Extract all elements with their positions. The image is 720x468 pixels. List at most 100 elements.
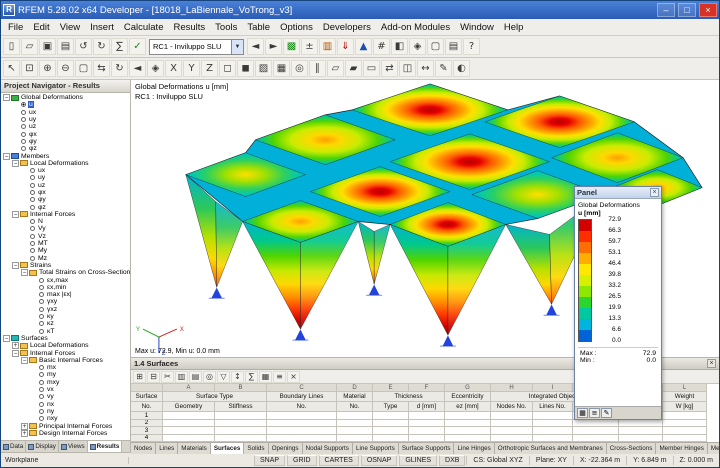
table-tab-solids[interactable]: Solids: [244, 443, 269, 454]
table-tab-nodal-supports[interactable]: Nodal Supports: [302, 443, 353, 454]
show-results-button[interactable]: ▩: [283, 38, 300, 55]
navigator-tab-views[interactable]: Views: [59, 441, 88, 452]
solid-display-button[interactable]: ◼: [237, 60, 254, 77]
expander-icon[interactable]: −: [21, 269, 28, 277]
find-button[interactable]: ◎: [203, 370, 216, 383]
view-in-z-button[interactable]: Z: [201, 60, 218, 77]
expander-icon[interactable]: −: [12, 261, 19, 269]
tree-item-x-max[interactable]: εx,max: [1, 276, 130, 284]
prev-load-case-button[interactable]: ◄: [247, 38, 264, 55]
menu-options[interactable]: Options: [275, 21, 318, 34]
table-cell[interactable]: [409, 434, 445, 442]
tree-item-vy[interactable]: Vy: [1, 225, 130, 232]
zoom-in-button[interactable]: ⊕: [39, 60, 56, 77]
paste-button[interactable]: ▤: [189, 370, 202, 383]
pan-button[interactable]: ⇆: [93, 60, 110, 77]
table-cell[interactable]: [373, 434, 409, 442]
undo-button[interactable]: ↺: [75, 38, 92, 55]
table-cell[interactable]: [663, 412, 707, 420]
expander-icon[interactable]: +: [12, 342, 19, 350]
expander-icon[interactable]: +: [21, 429, 28, 437]
delete-row-button[interactable]: ⊟: [147, 370, 160, 383]
expander-icon[interactable]: −: [12, 349, 19, 357]
export-excel-button[interactable]: ▦: [259, 370, 272, 383]
table-cell[interactable]: [491, 419, 533, 427]
tree-item-ux[interactable]: ux: [1, 109, 130, 116]
table-cell[interactable]: [409, 412, 445, 420]
table-cell[interactable]: [215, 412, 267, 420]
table-settings-button[interactable]: ≡: [273, 370, 286, 383]
table-tab-line-supports[interactable]: Line Supports: [352, 443, 399, 454]
table-cell[interactable]: [619, 427, 663, 435]
table-cell[interactable]: [663, 419, 707, 427]
tree-item-mz[interactable]: Mz: [1, 255, 130, 262]
table-close-button[interactable]: ×: [707, 359, 716, 368]
table-cell[interactable]: [445, 412, 491, 420]
table-cell[interactable]: [215, 427, 267, 435]
table-cell[interactable]: [267, 434, 337, 442]
cut-button[interactable]: ✂: [161, 370, 174, 383]
table-cell[interactable]: [337, 412, 373, 420]
table-cell[interactable]: [619, 419, 663, 427]
tree-item-local-deformations[interactable]: − Local Deformations: [1, 159, 130, 167]
table-cell[interactable]: [267, 427, 337, 435]
color-scale-settings-button[interactable]: ▦: [577, 408, 588, 418]
tree-item-local-deformations[interactable]: + Local Deformations: [1, 342, 130, 350]
work-plane-yz-button[interactable]: ▰: [345, 60, 362, 77]
rotate-view-button[interactable]: ↻: [111, 60, 128, 77]
table-tab-materials[interactable]: Materials: [178, 443, 211, 454]
tree-item-y[interactable]: φy: [1, 196, 130, 203]
tree-item-design-internal-forces[interactable]: + Design Internal Forces: [1, 429, 130, 437]
menu-add-on-modules[interactable]: Add-on Modules: [376, 21, 455, 34]
tree-item-vy[interactable]: vy: [1, 393, 130, 400]
table-cell[interactable]: [163, 434, 215, 442]
menu-window[interactable]: Window: [455, 21, 499, 34]
table-cell[interactable]: [215, 434, 267, 442]
view-in-x-button[interactable]: X: [165, 60, 182, 77]
table-tab-surface-supports[interactable]: Surface Supports: [398, 443, 455, 454]
table-tab-surfaces[interactable]: Surfaces: [210, 443, 245, 454]
table-cell[interactable]: [663, 427, 707, 435]
panel-options-button[interactable]: ≡: [589, 408, 600, 418]
menu-table[interactable]: Table: [242, 21, 275, 34]
sum-button[interactable]: ∑: [245, 370, 258, 383]
navigator-tab-results[interactable]: Results: [87, 441, 123, 452]
table-tab-openings[interactable]: Openings: [268, 443, 303, 454]
table-cell[interactable]: [409, 419, 445, 427]
tree-item-z[interactable]: φz: [1, 203, 130, 211]
menu-help[interactable]: Help: [499, 21, 529, 34]
table-cell[interactable]: [533, 419, 573, 427]
guidelines-button[interactable]: ∥: [309, 60, 326, 77]
table-cell[interactable]: [267, 419, 337, 427]
toggle-glines[interactable]: GLINES: [399, 454, 438, 466]
expander-icon[interactable]: +: [21, 422, 28, 430]
tree-item-t[interactable]: κT: [1, 328, 130, 335]
move-copy-button[interactable]: ⇄: [381, 60, 398, 77]
load-case-combo[interactable]: RC1 - Inviluppo SLU ▼: [149, 38, 244, 55]
tree-item-z[interactable]: φz: [1, 145, 130, 152]
show-loads-button[interactable]: ⇓: [337, 38, 354, 55]
table-cell[interactable]: [337, 434, 373, 442]
table-cell[interactable]: [491, 434, 533, 442]
numbering-button[interactable]: #: [373, 38, 390, 55]
tree-item-vx[interactable]: vx: [1, 386, 130, 393]
tree-item-n[interactable]: N: [1, 218, 130, 225]
tree-item-mt[interactable]: MT: [1, 240, 130, 247]
isometric-view-button[interactable]: ◈: [409, 38, 426, 55]
table-cell[interactable]: [491, 412, 533, 420]
filter-button[interactable]: ▽: [217, 370, 230, 383]
print-graphic-button[interactable]: ▤: [445, 38, 462, 55]
navigator-tab-display[interactable]: Display: [26, 441, 59, 452]
panel-header[interactable]: Panel ×: [575, 187, 661, 199]
table-cell[interactable]: [445, 434, 491, 442]
toggle-cartes[interactable]: CARTES: [318, 454, 359, 466]
select-window-button[interactable]: ⊡: [21, 60, 38, 77]
wireframe-display-button[interactable]: ◻: [219, 60, 236, 77]
tree-item-mx[interactable]: mx: [1, 364, 130, 371]
expander-icon[interactable]: −: [3, 94, 10, 102]
tree-item-my[interactable]: my: [1, 371, 130, 378]
sort-button[interactable]: ↕: [231, 370, 244, 383]
edit-scale-button[interactable]: ✎: [601, 408, 612, 418]
menu-view[interactable]: View: [55, 21, 85, 34]
tree-item-max-x[interactable]: max |εx|: [1, 291, 130, 298]
